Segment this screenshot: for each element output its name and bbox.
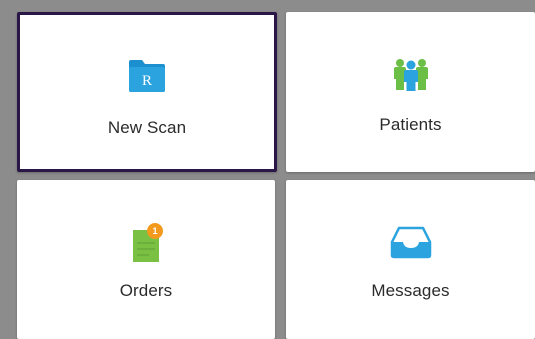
- tile-patients[interactable]: Patients: [286, 12, 535, 172]
- tile-new-scan[interactable]: R New Scan: [17, 12, 277, 172]
- tile-orders[interactable]: 1 Orders: [17, 180, 275, 339]
- tile-messages[interactable]: Messages: [286, 180, 535, 339]
- new-scan-label: New Scan: [107, 118, 187, 137]
- messages-label: Messages: [371, 281, 450, 300]
- svg-text:R: R: [142, 73, 152, 89]
- orders-clipboard-icon: 1: [126, 222, 166, 269]
- inbox-tray-icon: [390, 225, 432, 264]
- patients-label: Patients: [379, 115, 442, 134]
- orders-label: Orders: [119, 281, 173, 300]
- order-count-badge: 1: [147, 223, 163, 239]
- rx-folder-icon: R: [127, 57, 167, 98]
- patients-group-icon: [391, 56, 431, 97]
- badge-count: 1: [152, 226, 157, 236]
